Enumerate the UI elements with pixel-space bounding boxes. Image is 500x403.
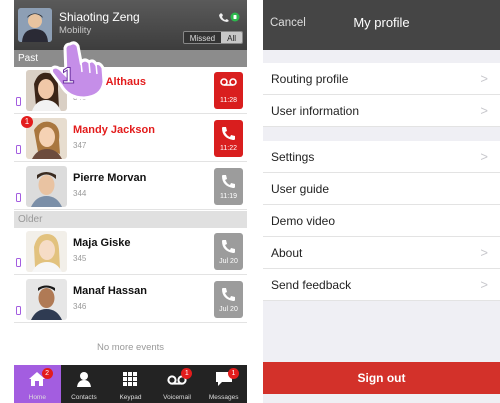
phone-icon [222, 240, 235, 253]
no-more-events: No more events [14, 330, 247, 365]
contact-photo [26, 231, 67, 272]
phone-icon [222, 127, 235, 140]
home-badge: 2 [41, 368, 53, 379]
chevron-right-icon: > [480, 103, 488, 118]
mobile-device-icon [16, 193, 21, 202]
menu-send-feedback[interactable]: Send feedback > [263, 269, 500, 301]
contact-name: Manaf Hassan [73, 285, 147, 297]
contact-photo: 1 [21, 116, 67, 159]
messages-badge: 1 [227, 368, 239, 379]
menu-demo-video[interactable]: Demo video [263, 205, 500, 237]
mobile-device-icon [16, 97, 21, 106]
menu-user-guide[interactable]: User guide [263, 173, 500, 205]
call-filter-segmented: Missed All [182, 31, 243, 44]
call-date: Jul 20 [219, 306, 238, 313]
voicemail-badge: 1 [181, 368, 193, 379]
menu-label: Settings [271, 150, 315, 164]
tab-label: Voicemail [163, 394, 191, 401]
menu-label: Demo video [271, 214, 336, 228]
call-row[interactable]: 1 Mandy Jackson 347 11:22 [14, 115, 247, 162]
presence-icon [219, 12, 240, 22]
call-date: Jul 20 [219, 258, 238, 265]
presence-icons [218, 9, 240, 27]
call-history-screen: Shiaoting Zeng Mobility Missed All Past … [14, 0, 247, 403]
chevron-right-icon: > [480, 245, 488, 260]
call-time: 11:19 [220, 193, 237, 200]
voicemail-call-tile[interactable]: 11:28 [214, 72, 243, 109]
call-back-tile[interactable]: 11:19 [214, 168, 243, 205]
call-time: 11:22 [220, 145, 237, 152]
mobile-device-icon [16, 145, 21, 154]
keypad-icon [123, 372, 138, 386]
menu-label: User guide [271, 182, 330, 196]
menu-about[interactable]: About > [263, 237, 500, 269]
mobile-device-icon [16, 306, 21, 315]
contact-name: Pierre Morvan [73, 172, 147, 184]
my-profile-screen: Cancel My profile Routing profile > User… [263, 0, 500, 403]
tab-label: Messages [208, 394, 239, 401]
call-row[interactable]: Manaf Hassan 346 Jul 20 [14, 276, 247, 323]
phone-icon [222, 175, 235, 188]
contact-name: Maja Giske [73, 237, 131, 249]
tab-label: Home [28, 394, 46, 401]
menu-user-information[interactable]: User information > [263, 95, 500, 127]
voicemail-icon [220, 78, 237, 86]
call-row[interactable]: Pierre Morvan 344 11:19 [14, 163, 247, 210]
call-back-tile[interactable]: Jul 20 [214, 281, 243, 318]
user-status: Mobility [59, 25, 92, 36]
step-number: 1 [62, 63, 74, 88]
menu-label: Send feedback [271, 278, 352, 292]
tab-label: Keypad [119, 394, 142, 401]
contact-extension: 347 [73, 141, 87, 150]
tab-voicemail[interactable]: 1 Voicemail [154, 365, 201, 403]
tab-home[interactable]: 2 Home [14, 365, 61, 403]
call-time: 11:28 [220, 97, 237, 104]
contact-extension: 344 [73, 189, 87, 198]
tab-keypad[interactable]: Keypad [107, 365, 154, 403]
contact-photo [26, 166, 67, 207]
call-back-tile[interactable]: 11:22 [214, 120, 243, 157]
chevron-right-icon: > [480, 277, 488, 292]
tab-messages[interactable]: 1 Messages [200, 365, 247, 403]
chevron-right-icon: > [480, 149, 488, 164]
contact-extension: 346 [73, 302, 87, 311]
user-name: Shiaoting Zeng [59, 10, 140, 24]
missed-count-badge: 1 [21, 116, 33, 128]
call-back-tile[interactable]: Jul 20 [214, 233, 243, 270]
phone-icon [222, 288, 235, 301]
menu-settings[interactable]: Settings > [263, 141, 500, 173]
profile-nav-bar: Cancel My profile [263, 0, 500, 50]
contact-extension: 345 [73, 254, 87, 263]
section-older: Older [14, 211, 247, 228]
sign-out-button[interactable]: Sign out [263, 362, 500, 394]
filter-missed[interactable]: Missed [183, 32, 222, 43]
contacts-icon [76, 372, 91, 387]
page-title: My profile [353, 15, 410, 30]
bottom-tab-bar: 2 Home Contacts Keypad 1 Voicemail 1 Mes… [14, 365, 247, 403]
filter-all[interactable]: All [221, 32, 242, 43]
tab-contacts[interactable]: Contacts [61, 365, 108, 403]
menu-routing-profile[interactable]: Routing profile > [263, 63, 500, 95]
user-avatar[interactable] [18, 8, 52, 42]
mobile-device-icon [16, 258, 21, 267]
call-row[interactable]: Maja Giske 345 Jul 20 [14, 228, 247, 275]
contact-name: Mandy Jackson [73, 124, 155, 136]
contact-photo [26, 279, 67, 320]
menu-label: Routing profile [271, 72, 349, 86]
menu-label: User information [271, 104, 360, 118]
chevron-right-icon: > [480, 71, 488, 86]
tap-hand-icon: 1 [49, 41, 106, 100]
menu-label: About [271, 246, 303, 260]
tab-label: Contacts [71, 394, 97, 401]
